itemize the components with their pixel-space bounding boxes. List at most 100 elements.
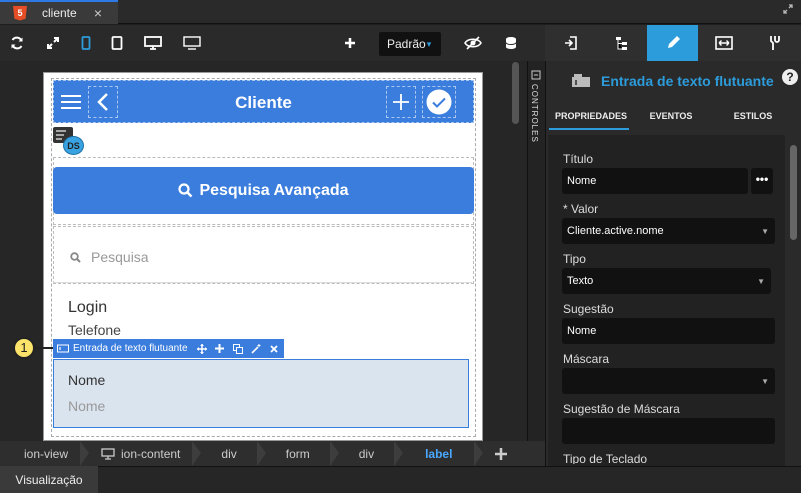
close-tab-icon[interactable]: × xyxy=(94,5,102,21)
preview-tab[interactable]: Visualização xyxy=(0,466,98,493)
prop-label-mask: Máscara xyxy=(563,352,610,366)
canvas-scrollbar[interactable] xyxy=(512,62,519,124)
value-select[interactable]: Cliente.active.nome ▼ xyxy=(562,218,775,244)
breadcrumb-item[interactable]: ion-view xyxy=(0,441,80,466)
type-select[interactable]: Texto ▼ xyxy=(562,268,771,294)
search-input[interactable]: Pesquisa xyxy=(53,232,472,282)
title-value: Nome xyxy=(567,175,597,187)
caret-down-icon: ▾ xyxy=(426,38,432,49)
breadcrumb-separator xyxy=(329,441,339,466)
marker-line xyxy=(35,347,53,349)
file-tab-cliente[interactable]: 5 cliente × xyxy=(0,0,118,24)
monitor-icon[interactable] xyxy=(182,33,202,53)
theme-select[interactable]: Padrão ▾ xyxy=(379,32,441,56)
search-icon xyxy=(178,183,193,198)
file-tab-title: cliente xyxy=(42,6,77,20)
pencil-icon[interactable] xyxy=(647,25,698,61)
breadcrumb-item-active[interactable]: label xyxy=(403,441,474,466)
refresh-icon[interactable] xyxy=(7,33,27,53)
selection-label: Entrada de texto flutuante xyxy=(73,343,188,354)
theme-select-value: Padrão xyxy=(387,37,426,51)
breadcrumb-filler xyxy=(527,441,545,466)
properties-scrollbar[interactable] xyxy=(790,145,797,240)
component-title: Entrada de texto flutuante xyxy=(571,72,776,90)
component-title-text: Entrada de texto flutuante xyxy=(601,73,774,89)
prop-label-suggestion: Sugestão xyxy=(563,302,614,316)
datasource-badge[interactable]: DS xyxy=(63,136,84,155)
suggestion-value: Nome xyxy=(567,325,597,337)
text-input-icon xyxy=(57,344,69,353)
prop-label-title: Título xyxy=(563,152,594,166)
mask-select[interactable]: ▼ xyxy=(562,368,775,394)
breadcrumb-separator xyxy=(394,441,404,466)
list-item-subtitle: Telefone xyxy=(68,322,121,338)
tree-icon[interactable] xyxy=(596,25,647,61)
tab-styles[interactable]: ESTILOS xyxy=(713,102,793,130)
text-input-icon xyxy=(572,74,590,87)
add-icon[interactable] xyxy=(386,86,416,118)
tools-icon[interactable] xyxy=(749,25,800,61)
search-icon xyxy=(70,251,81,263)
mobile-icon[interactable] xyxy=(76,33,96,53)
breadcrumb-item[interactable]: ion-content xyxy=(89,441,192,466)
breadcrumb-separator xyxy=(80,441,90,466)
tablet-icon[interactable] xyxy=(107,33,127,53)
caret-down-icon: ▼ xyxy=(761,376,769,386)
database-icon[interactable] xyxy=(501,33,521,53)
caret-down-icon: ▼ xyxy=(761,226,769,236)
copy-icon[interactable] xyxy=(232,343,244,355)
prop-label-mask-suggestion: Sugestão de Máscara xyxy=(563,402,680,416)
maximize-icon[interactable] xyxy=(783,4,793,14)
breadcrumb-separator xyxy=(192,441,202,466)
prop-label-keyboard-type: Tipo de Teclado xyxy=(563,452,648,464)
advanced-search-button[interactable]: Pesquisa Avançada xyxy=(53,167,474,214)
tab-properties[interactable]: PROPRIEDADES xyxy=(551,102,631,130)
floating-label: Nome xyxy=(68,372,106,388)
annotation-marker: 1 xyxy=(13,337,35,359)
editor-tab-bar xyxy=(0,0,801,24)
floating-input-placeholder[interactable]: Nome xyxy=(68,398,105,414)
controls-label: CONTROLES xyxy=(530,84,539,143)
desktop-icon[interactable] xyxy=(143,33,163,53)
tab-events[interactable]: EVENTOS xyxy=(631,102,711,130)
bottom-panel-bar xyxy=(0,466,801,493)
magic-wand-icon[interactable] xyxy=(250,343,262,355)
value-value: Cliente.active.nome xyxy=(567,225,664,237)
active-subtab-indicator xyxy=(549,128,629,130)
resize-horizontal-icon[interactable] xyxy=(698,25,749,61)
back-icon[interactable] xyxy=(88,86,118,118)
properties-subtabs: PROPRIEDADES EVENTOS ESTILOS xyxy=(545,102,801,130)
add-child-icon[interactable] xyxy=(214,343,226,355)
selection-toolbar: Entrada de texto flutuante xyxy=(53,339,284,358)
add-breadcrumb-icon[interactable] xyxy=(483,441,519,466)
list-item-title: Login xyxy=(68,299,108,316)
breadcrumb-item[interactable]: div xyxy=(339,441,394,466)
plus-icon[interactable] xyxy=(340,33,360,53)
move-icon[interactable] xyxy=(196,343,208,355)
more-options-button[interactable]: ••• xyxy=(751,168,773,194)
login-icon[interactable] xyxy=(545,25,596,61)
title-input[interactable]: Nome xyxy=(562,168,748,194)
ion-header-bar: Cliente xyxy=(53,80,474,123)
save-check-icon[interactable] xyxy=(422,86,456,118)
breadcrumb-label: ion-content xyxy=(121,446,181,461)
monitor-icon xyxy=(101,447,115,460)
caret-down-icon: ▼ xyxy=(757,276,765,286)
controls-icon xyxy=(531,70,541,80)
type-value: Texto xyxy=(567,275,594,287)
search-placeholder: Pesquisa xyxy=(91,249,149,265)
breadcrumb-item[interactable]: div xyxy=(201,441,256,466)
mask-suggestion-input[interactable] xyxy=(562,418,775,444)
element-breadcrumb: ion-view ion-content div form div label xyxy=(0,441,527,466)
breadcrumb-separator xyxy=(256,441,266,466)
prop-label-type: Tipo xyxy=(563,252,586,266)
advanced-search-label: Pesquisa Avançada xyxy=(199,181,349,199)
breadcrumb-item[interactable]: form xyxy=(266,441,330,466)
suggestion-input[interactable]: Nome xyxy=(562,318,775,344)
floating-text-input[interactable] xyxy=(53,359,469,428)
expand-icon[interactable] xyxy=(43,33,63,53)
help-icon[interactable]: ? xyxy=(782,69,798,85)
delete-icon[interactable] xyxy=(268,343,280,355)
eye-slash-icon[interactable] xyxy=(463,33,483,53)
menu-icon[interactable] xyxy=(56,86,86,118)
